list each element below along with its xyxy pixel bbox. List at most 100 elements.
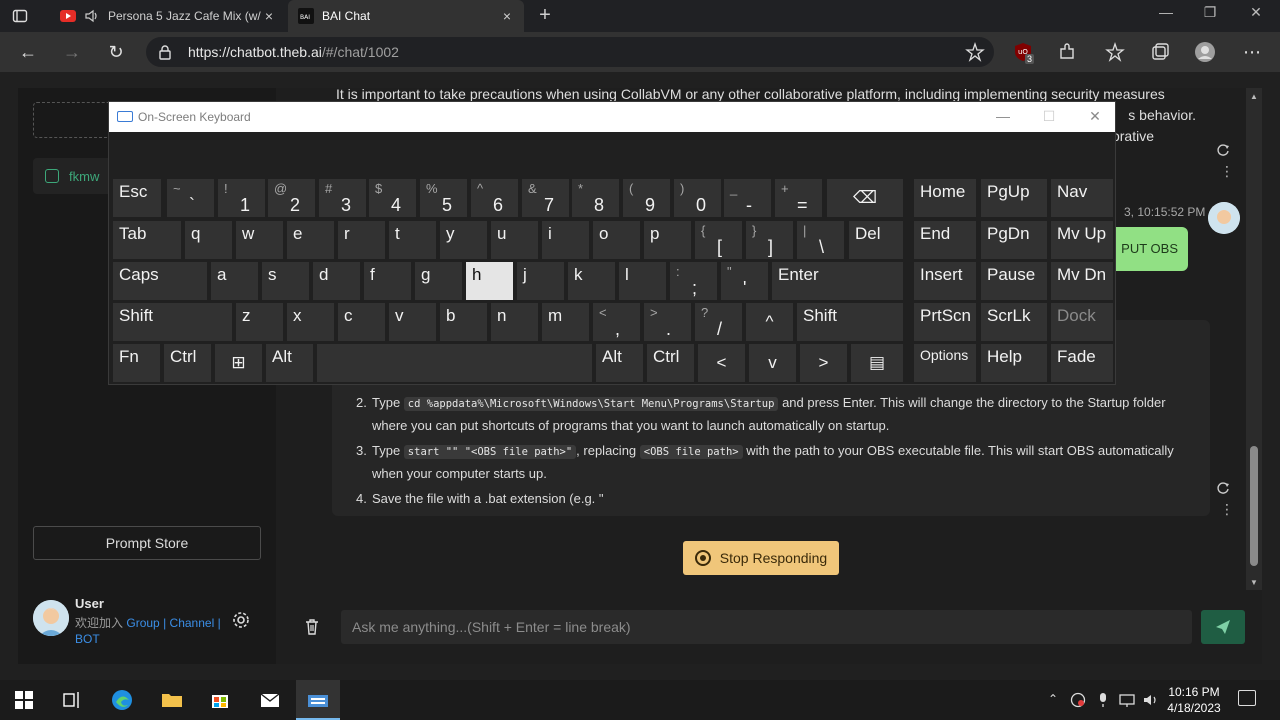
store-icon[interactable]	[208, 688, 232, 712]
new-tab-button[interactable]: +	[534, 4, 556, 26]
key-del[interactable]: Del	[849, 221, 903, 259]
key-5d[interactable]: }]	[746, 221, 793, 259]
tab-bai-chat[interactable]: BAI BAI Chat ×	[288, 0, 524, 32]
edge-icon[interactable]	[110, 688, 134, 712]
volume-icon[interactable]	[1142, 692, 1160, 708]
key-3[interactable]: #3	[319, 179, 366, 217]
notifications-icon[interactable]	[1238, 690, 1256, 706]
address-bar[interactable]: https://chatbot.theb.ai/#/chat/1002	[146, 37, 994, 67]
key-j[interactable]: j	[517, 262, 564, 300]
key-n[interactable]: n	[491, 303, 538, 341]
mail-icon[interactable]	[258, 688, 282, 712]
key-fn[interactable]: Fn	[113, 344, 160, 382]
key-space[interactable]	[317, 344, 592, 382]
key-t[interactable]: t	[389, 221, 436, 259]
key-u[interactable]: u	[491, 221, 538, 259]
tab-actions-icon[interactable]	[12, 8, 28, 24]
key-d[interactable]: d	[313, 262, 360, 300]
forward-icon[interactable]: →	[60, 40, 84, 64]
key-x[interactable]: x	[287, 303, 334, 341]
key--[interactable]: _ -	[724, 179, 771, 217]
key-v[interactable]: v	[389, 303, 436, 341]
key-q[interactable]: q	[185, 221, 232, 259]
key-4[interactable]: $4	[369, 179, 416, 217]
channel-link[interactable]: Channel	[170, 616, 215, 630]
key-8[interactable]: * 8	[572, 179, 619, 217]
key-caps[interactable]: Caps	[113, 262, 207, 300]
back-icon[interactable]: ←	[16, 40, 40, 64]
regenerate-icon[interactable]	[1216, 143, 1230, 157]
key-2[interactable]: @2	[268, 179, 315, 217]
refresh-icon[interactable]: ↻	[104, 40, 128, 64]
key-g[interactable]: g	[415, 262, 462, 300]
new-chat-button[interactable]	[33, 102, 113, 138]
osk-title-bar[interactable]: On-Screen Keyboard — ☐ ✕	[109, 102, 1115, 132]
key-dock[interactable]: Dock	[1051, 303, 1113, 341]
key-5[interactable]: % 5	[420, 179, 467, 217]
key-mv-dn[interactable]: Mv Dn	[1051, 262, 1113, 300]
key-7[interactable]: & 7	[522, 179, 569, 217]
key-.[interactable]: >.	[644, 303, 691, 341]
key-nav[interactable]: Nav	[1051, 179, 1113, 217]
osk-close-icon[interactable]: ✕	[1085, 108, 1105, 126]
key-i[interactable]: i	[542, 221, 589, 259]
tab-persona-jazz[interactable]: Persona 5 Jazz Cafe Mix (w/ ×	[50, 0, 286, 32]
key-0[interactable]: ) 0	[674, 179, 721, 217]
key-z[interactable]: z	[236, 303, 283, 341]
more-menu-icon[interactable]: ⋯	[1240, 40, 1264, 64]
key-prtscn[interactable]: PrtScn	[914, 303, 976, 341]
key-l[interactable]: l	[619, 262, 666, 300]
key-e[interactable]: e	[287, 221, 334, 259]
close-window-icon[interactable]: ✕	[1244, 4, 1268, 26]
key-backspace[interactable]: ⌫	[827, 179, 903, 217]
key-windows[interactable]: ⊞	[215, 344, 262, 382]
key-shift[interactable]: Shift	[113, 303, 232, 341]
key-mv-up[interactable]: Mv Up	[1051, 221, 1113, 259]
key-'[interactable]: " '	[721, 262, 768, 300]
tab-close-icon[interactable]: ×	[262, 8, 276, 24]
profile-icon[interactable]	[1194, 41, 1216, 63]
file-explorer-icon[interactable]	[160, 688, 184, 712]
key-arrow-down[interactable]: v	[749, 344, 796, 382]
trash-icon[interactable]	[303, 618, 321, 636]
key-r[interactable]: r	[338, 221, 385, 259]
speaker-icon[interactable]	[84, 8, 100, 24]
key-5c[interactable]: | \	[797, 221, 844, 259]
gear-icon[interactable]	[231, 610, 251, 630]
key-ctrl[interactable]: Ctrl	[164, 344, 211, 382]
minimize-icon[interactable]: —	[1154, 4, 1178, 26]
bot-link[interactable]: BOT	[75, 632, 100, 646]
vpn-icon[interactable]	[1070, 692, 1086, 708]
key-pgdn[interactable]: PgDn	[981, 221, 1047, 259]
send-button[interactable]	[1201, 610, 1245, 644]
key-ctrl[interactable]: Ctrl	[647, 344, 694, 382]
key-alt[interactable]: Alt	[596, 344, 643, 382]
message-menu-icon[interactable]: ⋮	[1220, 502, 1234, 516]
key-m[interactable]: m	[542, 303, 589, 341]
key-2f[interactable]: ? /	[695, 303, 742, 341]
key-alt[interactable]: Alt	[266, 344, 313, 382]
osk-maximize-icon[interactable]: ☐	[1039, 108, 1059, 126]
key-2c[interactable]: <,	[593, 303, 640, 341]
key-6[interactable]: ^ 6	[471, 179, 518, 217]
group-link[interactable]: Group	[126, 616, 159, 630]
key-3d[interactable]: + =	[775, 179, 822, 217]
key-5b[interactable]: {[	[695, 221, 742, 259]
key-y[interactable]: y	[440, 221, 487, 259]
tab-close-icon[interactable]: ×	[500, 8, 514, 24]
restore-icon[interactable]: ❐	[1198, 4, 1222, 26]
key-pause[interactable]: Pause	[981, 262, 1047, 300]
key-p[interactable]: p	[644, 221, 691, 259]
scroll-up-icon[interactable]: ▲	[1249, 92, 1259, 101]
key-options[interactable]: Options	[914, 344, 976, 382]
network-icon[interactable]	[1118, 692, 1136, 708]
system-clock[interactable]: 10:16 PM 4/18/2023	[1166, 684, 1222, 716]
key-enter[interactable]: Enter	[772, 262, 903, 300]
key-k[interactable]: k	[568, 262, 615, 300]
favorites-icon[interactable]	[1104, 41, 1126, 63]
key-9[interactable]: (9	[623, 179, 670, 217]
stop-responding-button[interactable]: Stop Responding	[683, 541, 839, 575]
task-view-icon[interactable]	[60, 688, 84, 712]
key-shift[interactable]: Shift	[797, 303, 903, 341]
key-esc[interactable]: Esc	[113, 179, 161, 217]
